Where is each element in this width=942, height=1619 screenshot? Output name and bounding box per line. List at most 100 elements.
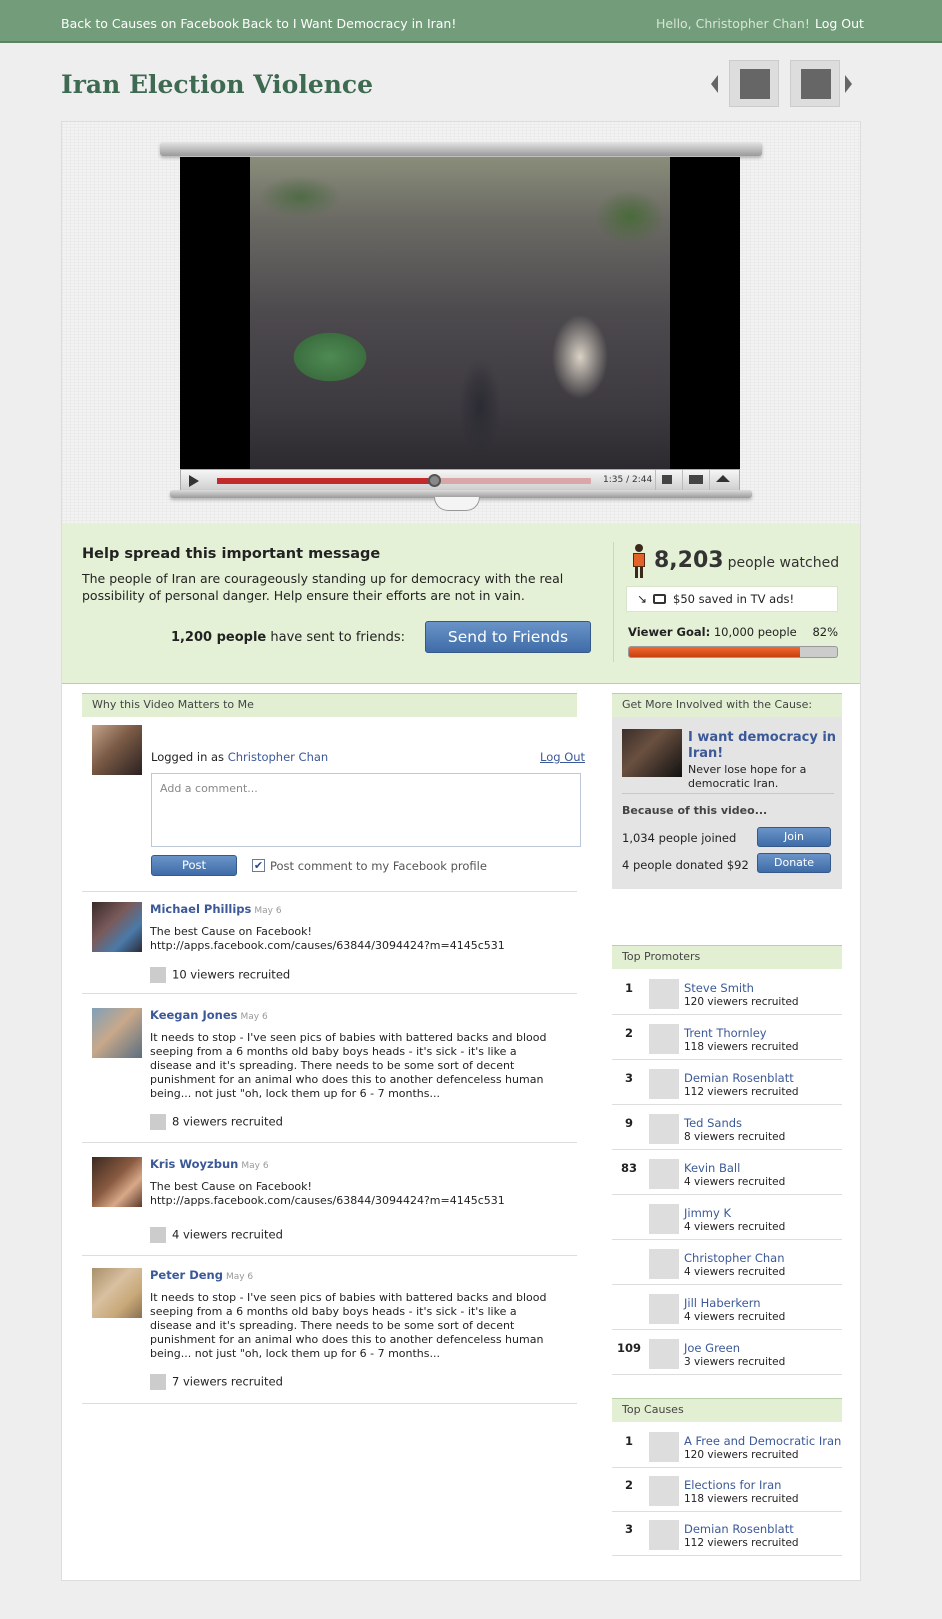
person-icon — [632, 544, 646, 578]
top_causes-row[interactable]: 2 Elections for Iran 118 viewers recruited — [612, 1468, 842, 1512]
top_causes-name-link[interactable]: Elections for Iran — [684, 1478, 781, 1492]
top_promoters-row[interactable]: Jimmy K4 viewers recruited — [612, 1196, 842, 1240]
thumbnail[interactable] — [649, 1114, 679, 1144]
top_promoters-row[interactable]: 83 Kevin Ball 4 viewers recruited — [612, 1151, 842, 1195]
top_promoters-name-link[interactable]: Trent Thornley — [684, 1026, 767, 1040]
avatar[interactable] — [92, 1008, 142, 1058]
because-label: Because of this video... — [622, 804, 768, 817]
commenter-name[interactable]: Michael Phillips May 6 — [150, 902, 282, 916]
why-header: Why this Video Matters to Me — [82, 693, 577, 717]
post-button[interactable]: Post — [151, 855, 237, 876]
commenter-name[interactable]: Kris Woyzbun May 6 — [150, 1157, 269, 1171]
top_causes-row[interactable]: 3 Demian Rosenblatt 112 viewers recruited — [612, 1512, 842, 1556]
arrow-icon: ↘ — [637, 592, 648, 606]
top_causes-name-link[interactable]: A Free and Democratic Iran — [684, 1434, 841, 1448]
logout-link[interactable]: Log Out — [815, 16, 864, 31]
commenter-name[interactable]: Keegan Jones May 6 — [150, 1008, 268, 1022]
play-icon[interactable] — [189, 475, 199, 487]
comment-text: It needs to stop - I've seen pics of bab… — [150, 1291, 547, 1360]
comment-logout-link[interactable]: Log Out — [540, 750, 585, 764]
top_promoters-name-link[interactable]: Kevin Ball — [684, 1161, 740, 1175]
next-video-thumbnail[interactable] — [790, 60, 840, 107]
eject-icon[interactable] — [709, 470, 736, 490]
screen-size-icon[interactable] — [682, 470, 709, 490]
rank-number: 2 — [624, 1026, 633, 1040]
top-bar: Back to Causes on Facebook Back to I Wan… — [0, 0, 942, 43]
watched-count: 8,203 people watched — [654, 548, 840, 573]
video-frame-image[interactable] — [250, 157, 670, 469]
video-stage: 1:35 / 2:44 — [62, 122, 860, 524]
top_causes-row[interactable]: 1 A Free and Democratic Iran 120 viewers r… — [612, 1424, 842, 1468]
top_promoters-row[interactable]: 1 Steve Smith 120 viewers recruited — [612, 971, 842, 1015]
top_promoters-row[interactable]: 2 Trent Thornley 118 viewers recruited — [612, 1016, 842, 1060]
top_promoters-row[interactable]: 109 Joe Green 3 viewers recruited — [612, 1331, 842, 1375]
send-to-friends-button[interactable]: Send to Friends — [425, 621, 591, 653]
top_promoters-name-link[interactable]: Steve Smith — [684, 981, 754, 995]
viewer-goal-percent: 82% — [812, 625, 838, 639]
page-title: Iran Election Violence — [61, 70, 374, 99]
thumbnail[interactable] — [649, 1520, 679, 1550]
top-promoters-header: Top Promoters — [612, 945, 842, 969]
comment-input[interactable]: Add a comment... — [151, 773, 581, 847]
top_promoters-name-link[interactable]: Demian Rosenblatt — [684, 1071, 794, 1085]
donate-button[interactable]: Donate — [757, 853, 831, 873]
top_promoters-row[interactable]: Jill Haberkern 4 viewers recruited — [612, 1286, 842, 1330]
thumbnail[interactable] — [649, 1024, 679, 1054]
thumbnail[interactable] — [649, 979, 679, 1009]
divider — [82, 1403, 577, 1404]
share-title: Help spread this important message — [82, 546, 381, 562]
donated-count: 4 people donated $92 — [622, 858, 749, 872]
previous-arrow-icon[interactable] — [711, 75, 718, 93]
next-arrow-icon[interactable] — [845, 75, 852, 93]
top_promoters-name-link[interactable]: Jimmy K — [684, 1206, 731, 1220]
thumbnail[interactable] — [649, 1432, 679, 1462]
get-involved-panel: Get More Involved with the Cause: I want… — [612, 693, 842, 889]
viewer-goal: Viewer Goal: 10,000 people 82% — [628, 625, 838, 639]
thumbnail[interactable] — [649, 1069, 679, 1099]
viewers-recruited: 120 viewers recruited — [684, 996, 799, 1008]
top_promoters-name-link[interactable]: Christopher Chan — [684, 1251, 784, 1265]
video-player[interactable] — [180, 157, 740, 469]
logged-in-user-link[interactable]: Christopher Chan — [228, 750, 328, 764]
thumbnail[interactable] — [649, 1204, 679, 1234]
join-button[interactable]: Join — [757, 827, 831, 847]
main-panel: 1:35 / 2:44 Help spread this important m… — [61, 121, 861, 1581]
video-progress-bar[interactable] — [217, 474, 591, 487]
viewers-recruited: 4 viewers recruited — [684, 1176, 786, 1188]
thumbnail[interactable] — [649, 1249, 679, 1279]
top_promoters-name-link[interactable]: Jill Haberkern — [684, 1296, 761, 1310]
viewers-recruited: 118 viewers recruited — [684, 1493, 799, 1505]
commenter-name[interactable]: Peter Deng May 6 — [150, 1268, 253, 1282]
top_promoters-row[interactable]: 3 Demian Rosenblatt 112 viewers recruited — [612, 1061, 842, 1105]
prev-video-thumbnail[interactable] — [729, 60, 779, 107]
divider — [613, 542, 614, 662]
avatar[interactable] — [92, 1268, 142, 1318]
video-scrubber-handle[interactable] — [427, 474, 441, 487]
rank-number: 83 — [620, 1161, 637, 1175]
avatar[interactable] — [92, 902, 142, 952]
thumbnail[interactable] — [649, 1339, 679, 1369]
avatar[interactable] — [92, 1157, 142, 1207]
cause-thumbnail[interactable] — [622, 729, 682, 777]
back-to-cause-link[interactable]: Back to I Want Democracy in Iran! — [242, 16, 456, 31]
saved-tv-ads: ↘ $50 saved in TV ads! — [626, 586, 838, 612]
thumbnail[interactable] — [649, 1159, 679, 1189]
thumbnail[interactable] — [649, 1294, 679, 1324]
thumbnail[interactable] — [649, 1476, 679, 1506]
top_promoters-name-link[interactable]: Ted Sands — [684, 1116, 742, 1130]
viewers-recruited: 4 viewers recruited — [684, 1266, 786, 1278]
top_promoters-name-link[interactable]: Joe Green — [684, 1341, 740, 1355]
top_promoters-row[interactable]: 9 Ted Sands 8 viewers recruited — [612, 1106, 842, 1150]
top_promoters-row[interactable]: Christopher Chan 4 viewers recruited — [612, 1241, 842, 1285]
cause-title-link[interactable]: I want democracy in Iran! — [688, 730, 838, 762]
rank-number: 3 — [624, 1071, 633, 1085]
top_causes-name-link[interactable]: Demian Rosenblatt — [684, 1522, 794, 1536]
post-to-profile-checkbox[interactable]: ✔ — [252, 859, 265, 872]
divider — [82, 1142, 577, 1143]
rank-number: 9 — [624, 1116, 633, 1130]
avatar — [92, 725, 142, 775]
volume-icon[interactable] — [655, 470, 682, 490]
screen-pull-handle[interactable] — [434, 497, 480, 511]
back-to-causes-link[interactable]: Back to Causes on Facebook — [61, 16, 239, 31]
share-description: The people of Iran are courageously stan… — [82, 571, 564, 603]
